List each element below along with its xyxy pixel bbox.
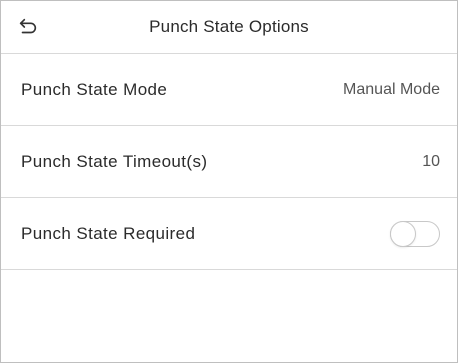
page-title: Punch State Options: [149, 17, 309, 36]
punch-state-timeout-value: 10: [422, 152, 440, 170]
punch-state-required-row[interactable]: Punch State Required: [1, 198, 457, 270]
punch-state-options-screen: Punch State Options Punch State Mode Man…: [0, 0, 458, 363]
punch-state-mode-value: Manual Mode: [343, 80, 440, 98]
back-arrow-icon: [19, 18, 37, 34]
punch-state-required-toggle[interactable]: [390, 220, 440, 247]
toggle-knob: [390, 220, 416, 247]
punch-state-mode-label: Punch State Mode: [21, 79, 168, 99]
punch-state-timeout-row[interactable]: Punch State Timeout(s) 10: [1, 126, 457, 198]
back-button[interactable]: [11, 11, 45, 43]
punch-state-timeout-label: Punch State Timeout(s): [21, 151, 208, 171]
punch-state-mode-row[interactable]: Punch State Mode Manual Mode: [1, 54, 457, 126]
header-bar: Punch State Options: [1, 1, 457, 54]
punch-state-required-label: Punch State Required: [21, 223, 196, 243]
